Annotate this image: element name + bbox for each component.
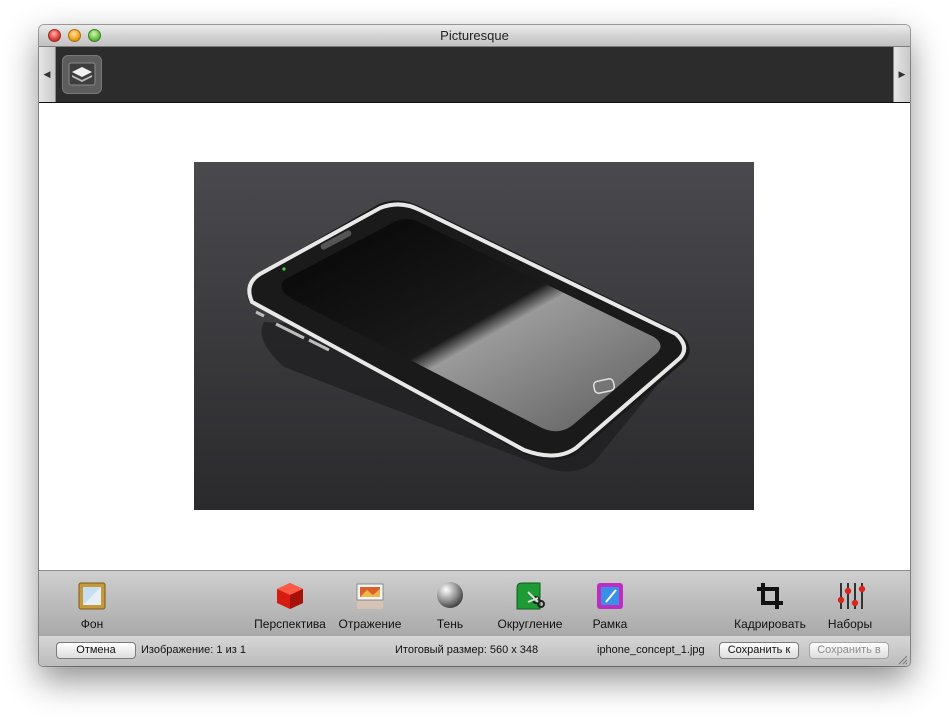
tool-label-presets: Наборы — [827, 617, 873, 631]
tool-label-perspective: Перспектива — [254, 617, 326, 631]
status-bar: Отмена Изображение: 1 из 1 Итоговый разм… — [39, 636, 910, 666]
tool-bar: Фон Перспектива Отражение Тень Округлени… — [39, 570, 910, 637]
filmstrip: ◀ ▶ — [39, 47, 910, 103]
frame-icon — [594, 580, 626, 612]
reflection-icon — [354, 580, 386, 612]
title-bar[interactable]: Picturesque — [39, 25, 910, 47]
tool-label-rounding: Округление — [497, 617, 563, 631]
tool-presets[interactable]: Наборы — [819, 571, 881, 636]
crop-icon — [754, 580, 786, 612]
window-title: Picturesque — [440, 28, 509, 43]
tool-frame[interactable]: Рамка — [587, 571, 633, 636]
tool-label-frame: Рамка — [592, 617, 628, 631]
cancel-button[interactable]: Отмена — [56, 642, 136, 659]
preview-image[interactable] — [194, 162, 754, 510]
app-window: Picturesque ◀ ▶ Фон Перспектива Отражени… — [39, 25, 910, 666]
file-name: iphone_concept_1.jpg — [597, 644, 705, 656]
tool-shadow[interactable]: Тень — [427, 571, 473, 636]
perspective-cube-icon — [274, 580, 306, 612]
tool-rounding[interactable]: Округление — [495, 571, 565, 636]
resize-grip-icon[interactable] — [896, 652, 908, 665]
tool-label-reflection: Отражение — [338, 617, 402, 631]
tool-perspective[interactable]: Перспектива — [251, 571, 329, 636]
save-to-button[interactable]: Сохранить к — [719, 642, 799, 659]
save-in-button[interactable]: Сохранить в — [809, 642, 889, 659]
filmstrip-prev-button[interactable]: ◀ — [39, 47, 56, 102]
layer-thumb-icon[interactable] — [62, 55, 102, 94]
tool-label-shadow: Тень — [436, 617, 464, 631]
tool-label-background: Фон — [80, 617, 104, 631]
rounding-scissors-icon — [514, 580, 546, 612]
tool-crop[interactable]: Кадрировать — [727, 571, 813, 636]
tool-label-crop: Кадрировать — [734, 617, 806, 631]
background-icon — [76, 580, 108, 612]
presets-sliders-icon — [834, 580, 866, 612]
image-counter: Изображение: 1 из 1 — [141, 644, 246, 656]
shadow-sphere-icon — [434, 580, 466, 612]
tool-reflection[interactable]: Отражение — [335, 571, 405, 636]
tool-background[interactable]: Фон — [69, 571, 115, 636]
preview-canvas — [39, 103, 910, 570]
filmstrip-next-button[interactable]: ▶ — [893, 47, 910, 102]
output-size: Итоговый размер: 560 x 348 — [395, 644, 539, 656]
